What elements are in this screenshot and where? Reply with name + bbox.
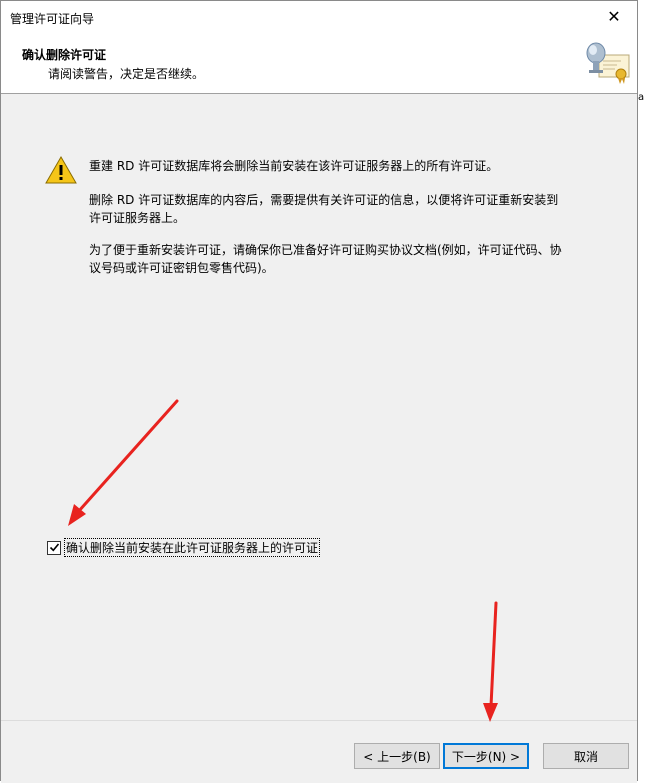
confirm-delete-label[interactable]: 确认删除当前安装在此许可证服务器上的许可证: [64, 538, 321, 557]
wizard-dialog: 管理许可证向导 ✕ 确认删除许可证 请阅读警告，决定是否继续。 重建 RD 许可…: [0, 0, 638, 783]
close-button[interactable]: ✕: [591, 1, 637, 32]
title-bar: 管理许可证向导 ✕: [1, 1, 637, 32]
wizard-header: 确认删除许可证 请阅读警告，决定是否继续。: [1, 32, 637, 94]
wizard-footer: < 上一步(B) 下一步(N) > 取消: [1, 720, 637, 783]
background-window-fragment: a: [638, 92, 645, 103]
back-button[interactable]: < 上一步(B): [354, 743, 440, 769]
confirm-delete-row[interactable]: 确认删除当前安装在此许可证服务器上的许可证: [47, 538, 321, 557]
window-title: 管理许可证向导: [10, 12, 95, 26]
warning-paragraph: 重建 RD 许可证数据库将会删除当前安装在该许可证服务器上的所有许可证。: [89, 159, 499, 173]
warning-icon: [45, 156, 77, 184]
next-button[interactable]: 下一步(N) >: [443, 743, 529, 769]
checkmark-icon: [49, 543, 59, 552]
info-paragraph: 删除 RD 许可证数据库的内容后，需要提供有关许可证的信息，以便将许可证重新安装…: [89, 193, 559, 225]
confirm-delete-checkbox[interactable]: [47, 540, 61, 555]
advice-paragraph: 为了便于重新安装许可证，请确保你已准备好许可证购买协议文档(例如，许可证代码、协…: [89, 243, 562, 275]
certificate-icon: [586, 42, 630, 84]
page-subtitle: 请阅读警告，决定是否继续。: [48, 67, 205, 81]
page-title: 确认删除许可证: [22, 48, 107, 62]
wizard-body: 重建 RD 许可证数据库将会删除当前安装在该许可证服务器上的所有许可证。 删除 …: [1, 94, 637, 720]
cancel-button[interactable]: 取消: [543, 743, 629, 769]
